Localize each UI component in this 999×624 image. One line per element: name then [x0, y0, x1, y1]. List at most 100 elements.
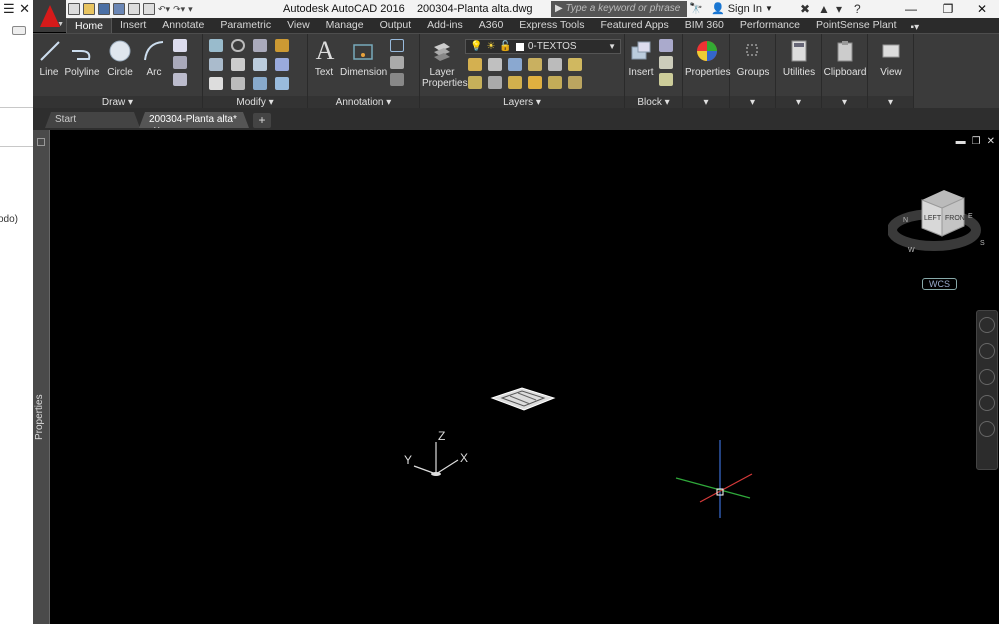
properties-palette-bar[interactable]: Properties [33, 130, 50, 624]
restore-viewport-icon[interactable]: ❐ [972, 136, 981, 147]
arc-button[interactable]: Arc [141, 38, 167, 78]
hatch-icon[interactable] [173, 56, 187, 69]
view-panel[interactable]: View ▾ [868, 34, 914, 109]
exchange-icon[interactable]: ✖ [800, 2, 810, 16]
tab-performance[interactable]: Performance [732, 18, 808, 33]
close-viewport-icon[interactable]: ✕ [987, 136, 995, 147]
polyline-button[interactable]: Polyline [63, 38, 101, 78]
gradient-icon[interactable] [173, 73, 187, 86]
array-icon[interactable] [253, 77, 267, 90]
save-icon[interactable] [98, 3, 110, 15]
external-toggle-icon[interactable] [12, 26, 26, 35]
tab-view[interactable]: View [279, 18, 318, 33]
viewcube[interactable]: LEFT FRONT N S W E [888, 180, 988, 270]
groups-panel[interactable]: Groups ▾ [730, 34, 776, 109]
layer-tool-6-icon[interactable] [568, 58, 582, 71]
tab-parametric[interactable]: Parametric [212, 18, 279, 33]
properties-panel[interactable]: Properties ▾ [683, 34, 731, 109]
line-button[interactable]: Line [37, 38, 61, 78]
minimize-viewport-icon[interactable]: ▬ [956, 136, 966, 147]
undo-icon[interactable]: ↶▾ [158, 4, 170, 15]
groups-button[interactable]: Groups [732, 38, 774, 78]
pan-icon[interactable] [979, 343, 995, 359]
customize-qat-icon[interactable]: ▾ [188, 4, 193, 15]
help-icon[interactable]: ? [854, 2, 861, 16]
drawing-canvas[interactable]: ▬ ❐ ✕ LEFT FRONT N S W E WCS Z Y X [50, 130, 999, 624]
tab-add-ins[interactable]: Add-ins [419, 18, 471, 33]
copy-icon[interactable] [209, 58, 223, 71]
rotate-icon[interactable] [231, 39, 245, 52]
search-input[interactable]: ▶ Type a keyword or phrase [551, 1, 687, 17]
minimize-button[interactable]: — [891, 0, 931, 18]
layer-tool-11-icon[interactable] [548, 76, 562, 89]
edit-block-icon[interactable] [659, 56, 673, 69]
tab-manage[interactable]: Manage [318, 18, 372, 33]
orbit-icon[interactable] [979, 395, 995, 411]
close-button[interactable]: ✕ [962, 0, 999, 18]
zoom-extents-icon[interactable] [979, 369, 995, 385]
tab-start[interactable]: Start [45, 112, 140, 128]
wcs-menu[interactable]: WCS [922, 278, 957, 290]
erase-icon[interactable] [275, 39, 289, 52]
tab-express-tools[interactable]: Express Tools [511, 18, 592, 33]
clipboard-panel[interactable]: Clipboard ▾ [822, 34, 868, 109]
view-button[interactable]: View [870, 38, 912, 78]
tab-insert[interactable]: Insert [112, 18, 154, 33]
layer-tool-12-icon[interactable] [568, 76, 582, 89]
stretch-icon[interactable] [209, 77, 223, 90]
layer-dropdown[interactable]: 💡 ☀ 🔓 0-TEXTOS ▼ [465, 39, 621, 54]
utilities-panel[interactable]: Utilities ▾ [776, 34, 822, 109]
redo-icon[interactable]: ↷▾ [173, 4, 185, 15]
clipboard-button[interactable]: Clipboard [823, 38, 867, 78]
layer-tool-9-icon[interactable] [508, 76, 522, 89]
properties-button[interactable]: Properties [685, 38, 731, 78]
showmotion-icon[interactable] [979, 421, 995, 437]
mirror-icon[interactable] [231, 58, 245, 71]
utilities-button[interactable]: Utilities [778, 38, 820, 78]
move-icon[interactable] [209, 39, 223, 52]
tab-drawing[interactable]: 200304-Planta alta* ✕ [139, 112, 249, 128]
ribbon-options-icon[interactable]: ▪▾ [905, 22, 926, 33]
layer-tool-5-icon[interactable] [548, 58, 562, 71]
table-icon[interactable] [390, 73, 404, 86]
layer-tool-10-icon[interactable] [528, 76, 542, 89]
tab-pointsense-plant[interactable]: PointSense Plant [808, 18, 905, 33]
drawing-object-floor-plan[interactable] [488, 386, 558, 416]
text-button[interactable]: A Text [312, 36, 336, 78]
create-block-icon[interactable] [659, 39, 673, 52]
trim-icon[interactable] [253, 39, 267, 52]
attribute-icon[interactable] [659, 73, 673, 86]
plot-preview-icon[interactable] [143, 3, 155, 15]
fillet-icon[interactable] [253, 58, 267, 71]
save-as-icon[interactable] [113, 3, 125, 15]
tab-annotate[interactable]: Annotate [154, 18, 212, 33]
layer-properties-button[interactable]: Layer Properties [422, 38, 468, 89]
offset-icon[interactable] [275, 77, 289, 90]
stay-connected-icon[interactable]: ▾ [836, 2, 842, 16]
layer-tool-3-icon[interactable] [508, 58, 522, 71]
dimension-button[interactable]: Dimension [340, 38, 387, 78]
linear-dim-icon[interactable] [390, 39, 404, 52]
tab-bim-360[interactable]: BIM 360 [677, 18, 732, 33]
layer-tool-8-icon[interactable] [488, 76, 502, 89]
circle-button[interactable]: Circle [105, 38, 135, 78]
scale-icon[interactable] [231, 77, 245, 90]
layer-tool-2-icon[interactable] [488, 58, 502, 71]
search-icon[interactable]: 🔭 [689, 2, 703, 16]
leader-icon[interactable] [390, 56, 404, 69]
rectangle-icon[interactable] [173, 39, 187, 52]
explode-icon[interactable] [275, 58, 289, 71]
open-icon[interactable] [83, 3, 95, 15]
layer-tool-7-icon[interactable] [468, 76, 482, 89]
new-icon[interactable] [68, 3, 80, 15]
application-menu-button[interactable]: ▼ [33, 0, 66, 32]
tab-home[interactable]: Home [66, 18, 113, 33]
steering-wheel-icon[interactable] [979, 317, 995, 333]
tab-featured-apps[interactable]: Featured Apps [592, 18, 676, 33]
insert-button[interactable]: Insert [627, 38, 655, 78]
tab-output[interactable]: Output [372, 18, 420, 33]
new-tab-button[interactable]: + [253, 113, 271, 128]
plot-icon[interactable] [128, 3, 140, 15]
sign-in-button[interactable]: 👤 Sign In ▼ [711, 2, 773, 16]
layer-tool-1-icon[interactable] [468, 58, 482, 71]
